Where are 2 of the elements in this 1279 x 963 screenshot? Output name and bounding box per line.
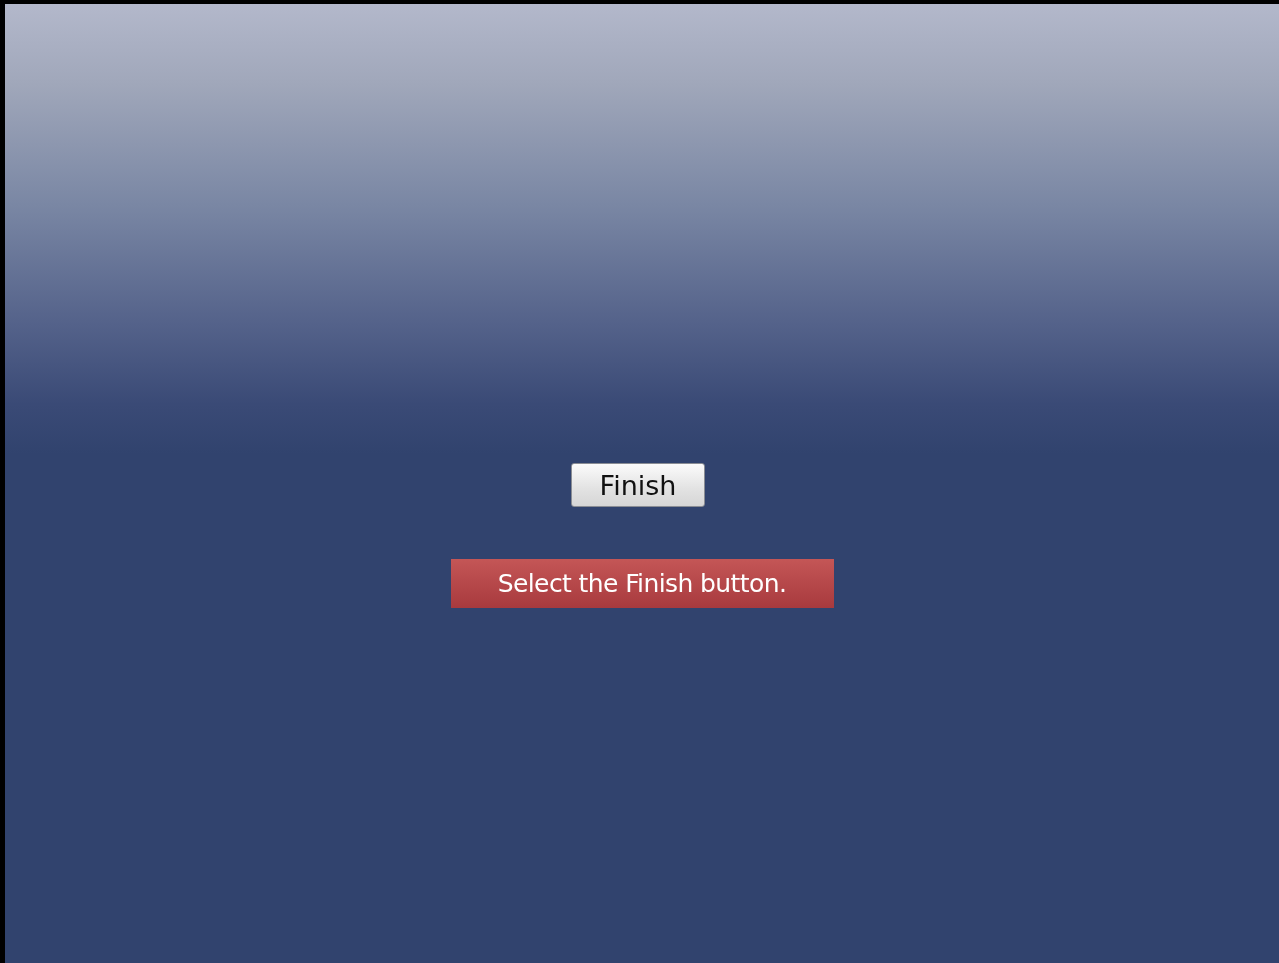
instruction-callout: Select the Finish button.	[450, 559, 834, 608]
finish-button[interactable]: Finish	[571, 463, 705, 507]
